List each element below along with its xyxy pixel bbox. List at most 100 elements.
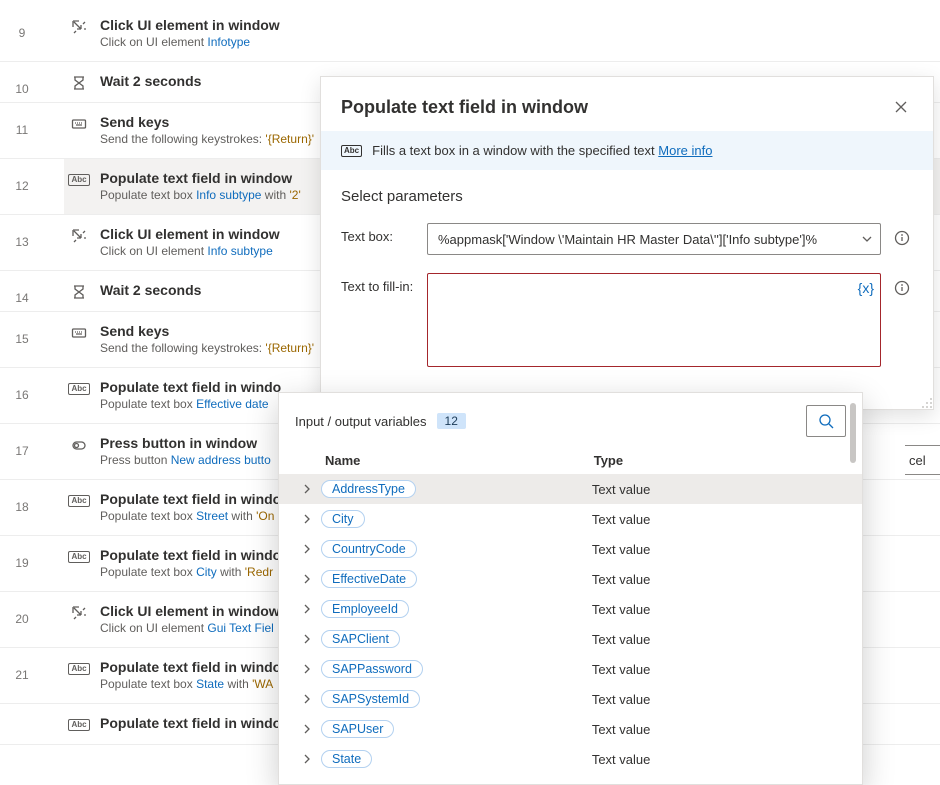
variable-pill[interactable]: State xyxy=(321,750,372,768)
variable-pill[interactable]: SAPPassword xyxy=(321,660,423,678)
cancel-button[interactable]: cel xyxy=(905,445,940,475)
step-number: 13 xyxy=(0,215,44,270)
variables-header-label: Input / output variables xyxy=(295,414,427,429)
step-icon: Abc xyxy=(70,171,88,189)
step-number xyxy=(0,704,44,744)
close-button[interactable] xyxy=(889,95,913,119)
abc-icon: Abc xyxy=(341,145,362,157)
step-title: Send keys xyxy=(100,322,314,340)
step-title: Press button in window xyxy=(100,434,271,452)
step-number: 21 xyxy=(0,648,44,703)
populate-text-field-dialog: Populate text field in window Abc Fills … xyxy=(320,76,934,410)
step-description: Populate text box State with 'WA xyxy=(100,676,281,693)
textbox-selector-dropdown[interactable]: %appmask['Window \'Maintain HR Master Da… xyxy=(427,223,881,255)
step-icon: Abc xyxy=(70,716,88,734)
step-number: 9 xyxy=(0,6,44,61)
variable-pill[interactable]: SAPClient xyxy=(321,630,400,648)
chevron-right-icon xyxy=(293,664,321,674)
info-icon[interactable] xyxy=(891,227,913,249)
resize-grip-icon[interactable] xyxy=(921,397,933,409)
step-icon xyxy=(70,436,88,454)
variable-row[interactable]: State Text value xyxy=(279,744,862,774)
step-icon xyxy=(70,74,88,92)
search-button[interactable] xyxy=(806,405,846,437)
variable-pill[interactable]: SAPSystemId xyxy=(321,690,420,708)
step-number: 11 xyxy=(0,103,44,158)
textbox-selector-value: %appmask['Window \'Maintain HR Master Da… xyxy=(438,232,817,247)
flow-step[interactable]: 9 Click UI element in window Click on UI… xyxy=(0,6,940,62)
variable-pill[interactable]: CountryCode xyxy=(321,540,417,558)
variable-row[interactable]: AddressType Text value xyxy=(279,474,862,504)
step-number: 10 xyxy=(0,62,44,102)
step-icon: Abc xyxy=(70,380,88,398)
step-number: 17 xyxy=(0,424,44,479)
step-icon: Abc xyxy=(70,660,88,678)
chevron-right-icon xyxy=(293,694,321,704)
scrollbar[interactable] xyxy=(850,403,856,463)
step-title: Send keys xyxy=(100,113,314,131)
variable-pill[interactable]: AddressType xyxy=(321,480,416,498)
info-bar: Abc Fills a text box in a window with th… xyxy=(321,131,933,170)
variable-type: Text value xyxy=(592,752,838,767)
step-title: Click UI element in window xyxy=(100,602,280,620)
step-number: 16 xyxy=(0,368,44,423)
variable-row[interactable]: SAPClient Text value xyxy=(279,624,862,654)
variables-column-headers: Name Type xyxy=(279,447,862,474)
step-title: Populate text field in windo xyxy=(100,714,281,732)
variable-row[interactable]: City Text value xyxy=(279,504,862,534)
variable-row[interactable]: SAPSystemId Text value xyxy=(279,684,862,714)
variable-type: Text value xyxy=(592,632,838,647)
info-icon[interactable] xyxy=(891,277,913,299)
variable-type: Text value xyxy=(592,692,838,707)
close-icon xyxy=(895,101,907,113)
variable-row[interactable]: CountryCode Text value xyxy=(279,534,862,564)
variable-pill[interactable]: EffectiveDate xyxy=(321,570,417,588)
step-icon xyxy=(70,324,88,342)
variable-type: Text value xyxy=(592,572,838,587)
step-icon xyxy=(70,115,88,133)
step-title: Click UI element in window xyxy=(100,16,280,34)
variable-type: Text value xyxy=(592,662,838,677)
variable-type: Text value xyxy=(592,602,838,617)
step-number: 12 xyxy=(0,159,44,214)
text-fillin-label: Text to fill-in: xyxy=(341,273,417,294)
step-title: Wait 2 seconds xyxy=(100,72,201,90)
variables-popup: Input / output variables 12 Name Type Ad… xyxy=(278,392,863,785)
step-description: Send the following keystrokes: '{Return}… xyxy=(100,131,314,148)
variable-row[interactable]: EmployeeId Text value xyxy=(279,594,862,624)
dialog-title: Populate text field in window xyxy=(341,97,588,118)
step-icon xyxy=(70,283,88,301)
variable-row[interactable]: SAPPassword Text value xyxy=(279,654,862,684)
step-number: 20 xyxy=(0,592,44,647)
step-title: Wait 2 seconds xyxy=(100,281,201,299)
more-info-link[interactable]: More info xyxy=(658,143,712,158)
step-title: Populate text field in windo xyxy=(100,490,281,508)
step-icon xyxy=(70,18,88,36)
step-title: Populate text field in windo xyxy=(100,378,281,396)
chevron-right-icon xyxy=(293,544,321,554)
step-title: Populate text field in windo xyxy=(100,546,281,564)
variable-type: Text value xyxy=(592,542,838,557)
step-title: Populate text field in windo xyxy=(100,658,281,676)
textbox-label: Text box: xyxy=(341,223,417,244)
step-icon xyxy=(70,227,88,245)
step-description: Click on UI element Gui Text Fiel xyxy=(100,620,280,637)
variable-row[interactable]: EffectiveDate Text value xyxy=(279,564,862,594)
variable-pill[interactable]: City xyxy=(321,510,365,528)
step-number: 15 xyxy=(0,312,44,367)
text-fillin-input[interactable]: {x} xyxy=(427,273,881,367)
select-parameters-heading: Select parameters xyxy=(341,188,913,205)
insert-variable-button[interactable]: {x} xyxy=(858,280,874,296)
info-text: Fills a text box in a window with the sp… xyxy=(372,143,658,158)
variable-pill[interactable]: SAPUser xyxy=(321,720,394,738)
variable-row[interactable]: SAPUser Text value xyxy=(279,714,862,744)
step-icon xyxy=(70,604,88,622)
step-description: Click on UI element Infotype xyxy=(100,34,280,51)
chevron-right-icon xyxy=(293,634,321,644)
variable-pill[interactable]: EmployeeId xyxy=(321,600,409,618)
variable-type: Text value xyxy=(592,482,838,497)
step-description: Click on UI element Info subtype xyxy=(100,243,280,260)
step-number: 19 xyxy=(0,536,44,591)
step-icon: Abc xyxy=(70,548,88,566)
chevron-down-icon xyxy=(862,236,872,242)
